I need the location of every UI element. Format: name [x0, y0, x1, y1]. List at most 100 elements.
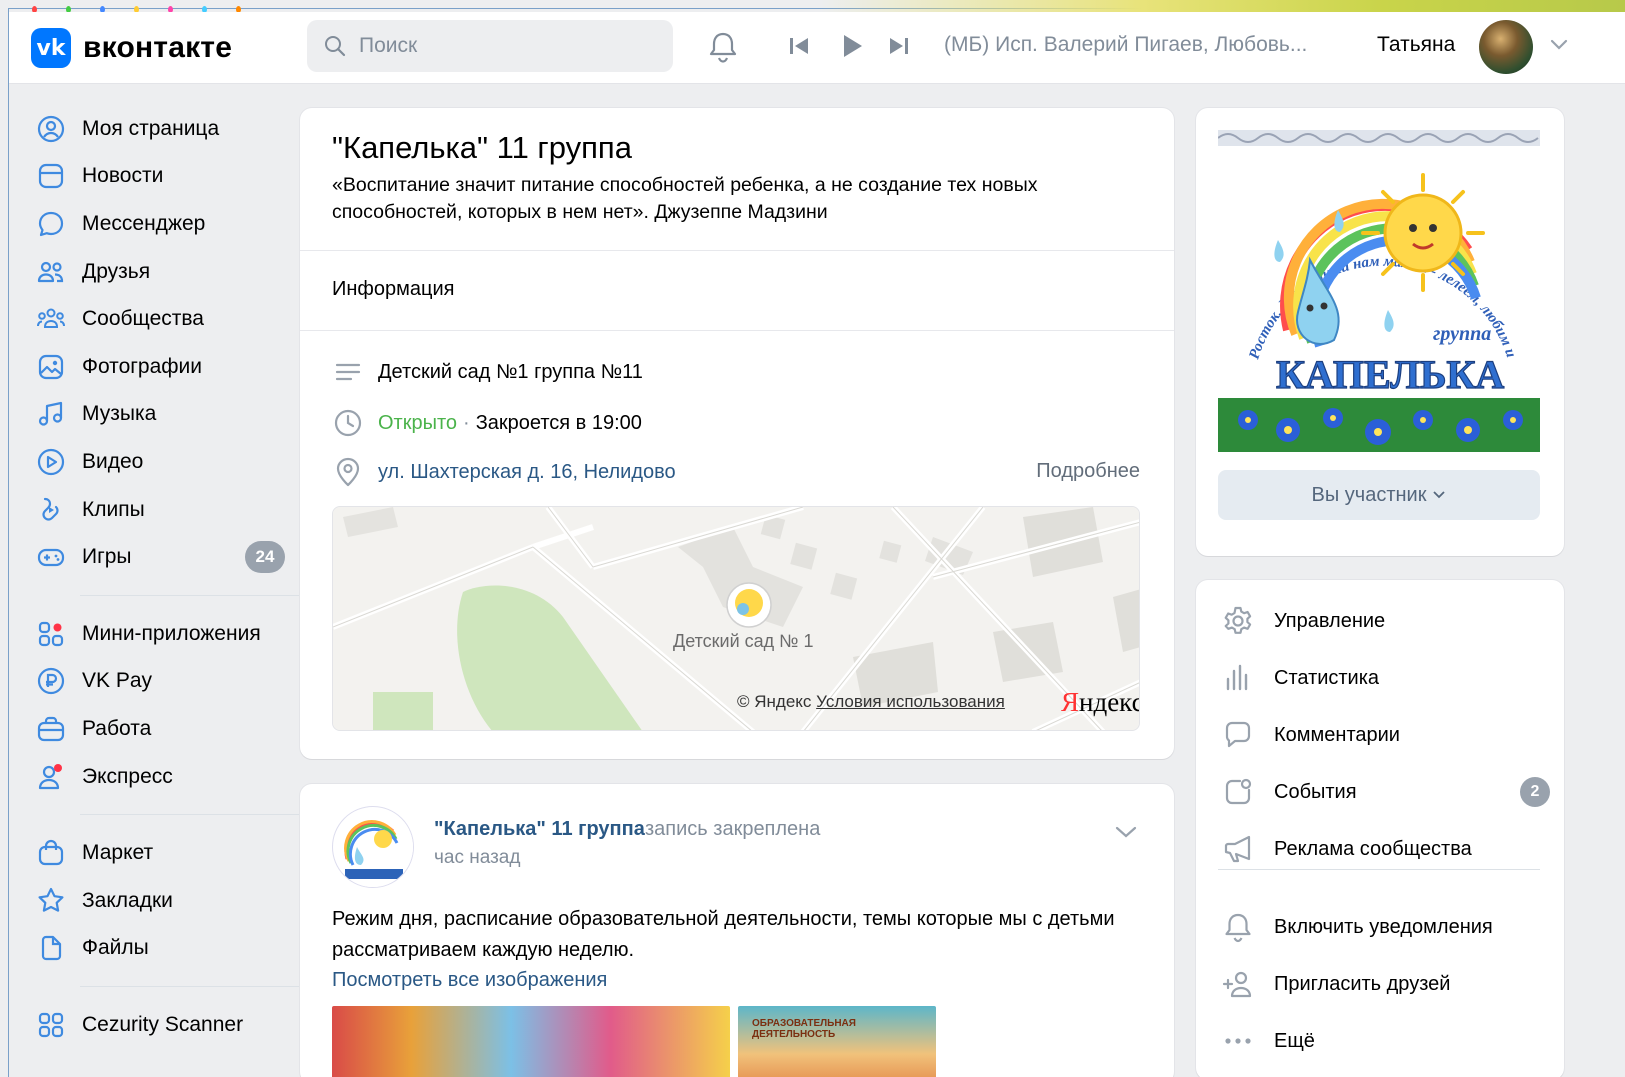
sidebar-item-market[interactable]: Маркет — [30, 829, 285, 877]
now-playing-track[interactable]: (МБ) Исп. Валерий Пигаев, Любовь... — [944, 33, 1307, 57]
post-author-avatar[interactable] — [332, 806, 414, 888]
play-icon[interactable] — [839, 32, 865, 60]
sidebar-item-bookmarks[interactable]: Закладки — [30, 877, 285, 925]
sidebar-item-label: Музыка — [82, 402, 157, 426]
wallpaper-strip — [820, 0, 1625, 12]
sidebar-item-mini-apps[interactable]: Мини-приложения — [30, 610, 285, 658]
apps-icon — [34, 617, 68, 651]
menu-item-comments[interactable]: Комментарии — [1218, 715, 1400, 755]
chevron-down-icon[interactable] — [1549, 38, 1569, 52]
menu-item-label: Комментарии — [1274, 723, 1400, 746]
clips-icon — [34, 493, 68, 527]
sidebar-item-files[interactable]: Файлы — [30, 925, 285, 973]
post-author-link[interactable]: "Капелька" 11 группа — [434, 818, 645, 841]
events-counter-badge: 2 — [1520, 777, 1550, 807]
menu-item-management[interactable]: Управление — [1218, 601, 1385, 641]
sidebar-divider — [80, 594, 310, 596]
group-cover-card: Росток, доверенный нам мамой - лелеем, л… — [1196, 108, 1564, 556]
user-name[interactable]: Татьяна — [1377, 33, 1455, 57]
sidebar-item-label: Мини-приложения — [82, 621, 261, 645]
top-bar: vk вконтакте (МБ) Исп. Валерий Пигаев, Л… — [9, 12, 1625, 84]
gear-icon — [1218, 605, 1258, 637]
sidebar-divider — [80, 986, 310, 988]
membership-button[interactable]: Вы участник — [1218, 470, 1540, 520]
yandex-logo-rest: ндекс — [1079, 687, 1140, 717]
vk-logo[interactable]: vk вконтакте — [31, 28, 232, 68]
sidebar-item-friends[interactable]: Друзья — [30, 248, 285, 296]
closing-time: Закроется в 19:00 — [475, 411, 642, 434]
sidebar-item-vk-pay[interactable]: VK Pay — [30, 658, 285, 706]
post-image[interactable]: ОБРАЗОВАТЕЛЬНАЯ ДЕЯТЕЛЬНОСТЬ — [738, 1006, 936, 1077]
invite-icon — [1218, 968, 1258, 1000]
user-avatar[interactable] — [1479, 20, 1533, 74]
sidebar-item-label: Закладки — [82, 888, 173, 912]
lines-icon — [332, 360, 364, 384]
menu-item-label: Ещё — [1274, 1029, 1315, 1052]
express-icon — [34, 760, 68, 794]
next-track-icon[interactable] — [887, 34, 911, 58]
cover-title-word: КАПЕЛЬКА — [1276, 352, 1504, 397]
address-row[interactable]: ул. Шахтерская д. 16, Нелидово — [332, 456, 676, 488]
sidebar-item-label: Новости — [82, 164, 164, 188]
sidebar-item-label: Моя страница — [82, 116, 220, 140]
menu-item-more[interactable]: Ещё — [1218, 1021, 1315, 1061]
hours-row: Открыто · Закроется в 19:00 — [332, 408, 642, 438]
search-box[interactable] — [307, 20, 673, 72]
divider — [300, 330, 1174, 331]
sidebar-item-cezurity-scanner[interactable]: Cezurity Scanner — [30, 1001, 285, 1049]
sidebar-item-label: Маркет — [82, 841, 154, 865]
post-timestamp[interactable]: час назад — [434, 847, 520, 869]
menu-item-label: Включить уведомления — [1274, 915, 1493, 938]
stats-icon — [1218, 662, 1258, 694]
sidebar-item-communities[interactable]: Сообщества — [30, 295, 285, 343]
friends-icon — [34, 255, 68, 289]
vkpay-icon — [34, 664, 68, 698]
menu-item-events[interactable]: События 2 — [1218, 772, 1550, 812]
membership-label: Вы участник — [1311, 483, 1427, 506]
left-sidebar: Моя страница Новости Мессенджер Друзья С… — [30, 105, 310, 1049]
sidebar-item-clips[interactable]: Клипы — [30, 486, 285, 534]
view-all-images-link[interactable]: Посмотреть все изображения — [332, 969, 607, 992]
apps-icon — [34, 1008, 68, 1042]
org-name: Детский сад №1 группа №11 — [378, 360, 643, 383]
map-terms-link[interactable]: Условия использования — [816, 692, 1005, 711]
group-info-card: "Капелька" 11 группа «Воспитание значит … — [300, 108, 1174, 759]
previous-track-icon[interactable] — [787, 34, 811, 58]
address-link[interactable]: ул. Шахтерская д. 16, Нелидово — [378, 461, 676, 484]
sidebar-item-my-page[interactable]: Моя страница — [30, 105, 285, 153]
sidebar-item-work[interactable]: Работа — [30, 705, 285, 753]
sidebar-divider — [80, 814, 310, 816]
post-image[interactable] — [332, 1006, 730, 1077]
bell-icon[interactable] — [707, 30, 739, 64]
sidebar-item-label: Клипы — [82, 497, 145, 521]
map-widget[interactable]: Детский сад № 1 © Яндекс Условия использ… — [332, 506, 1140, 731]
sidebar-item-express[interactable]: Экспресс — [30, 753, 285, 801]
sidebar-item-label: Видео — [82, 449, 144, 473]
sidebar-item-messenger[interactable]: Мессенджер — [30, 200, 285, 248]
video-icon — [34, 445, 68, 479]
sidebar-item-games[interactable]: Игры 24 — [30, 533, 285, 581]
location-pin-icon — [332, 456, 364, 488]
sidebar-item-video[interactable]: Видео — [30, 438, 285, 486]
sidebar-item-label: Экспресс — [82, 764, 173, 788]
sidebar-item-photos[interactable]: Фотографии — [30, 343, 285, 391]
menu-item-label: Реклама сообщества — [1274, 837, 1472, 860]
menu-item-invite-friends[interactable]: Пригласить друзей — [1218, 964, 1450, 1004]
sidebar-item-label: Cezurity Scanner — [82, 1012, 244, 1036]
menu-item-ads[interactable]: Реклама сообщества — [1218, 829, 1472, 869]
menu-item-enable-notifications[interactable]: Включить уведомления — [1218, 907, 1493, 947]
chevron-down-icon[interactable] — [1114, 824, 1138, 840]
menu-item-statistics[interactable]: Статистика — [1218, 658, 1379, 698]
market-icon — [34, 836, 68, 870]
org-name-row: Детский сад №1 группа №11 — [332, 360, 643, 384]
sidebar-item-music[interactable]: Музыка — [30, 391, 285, 439]
bookmark-icon — [34, 884, 68, 918]
photo-icon — [34, 350, 68, 384]
more-details-link[interactable]: Подробнее — [1036, 460, 1140, 483]
open-status: Открыто — [378, 411, 458, 434]
menu-item-label: Статистика — [1274, 666, 1380, 689]
group-cover-image[interactable]: Росток, доверенный нам мамой - лелеем, л… — [1218, 130, 1540, 452]
yandex-logo[interactable]: Яндекс — [1061, 687, 1140, 718]
sidebar-item-news[interactable]: Новости — [30, 153, 285, 201]
search-input[interactable] — [359, 34, 649, 58]
